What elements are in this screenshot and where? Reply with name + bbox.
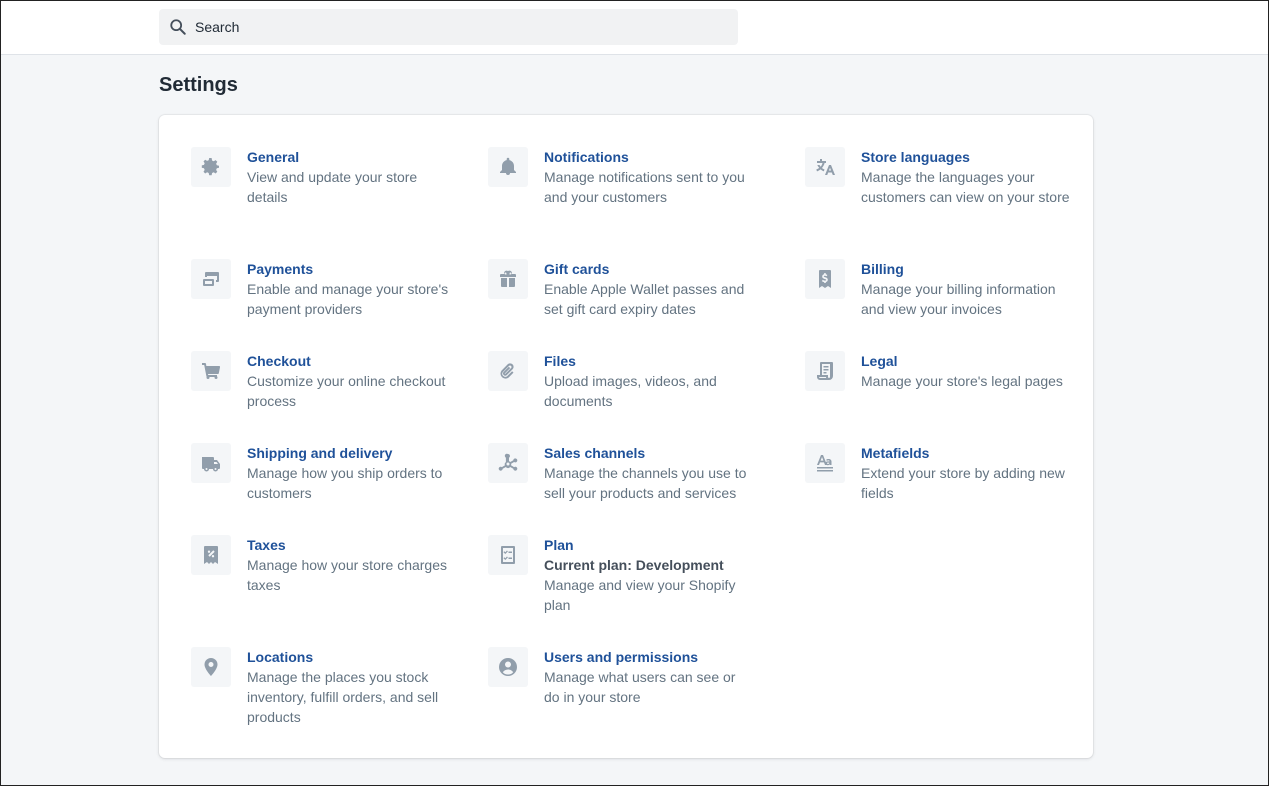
settings-item-title[interactable]: Billing [861, 259, 1071, 279]
checklist-icon [488, 535, 528, 575]
payment-icon [191, 259, 231, 299]
settings-item-title[interactable]: Plan [544, 535, 754, 555]
settings-item-description: Manage how your store charges taxes [247, 557, 447, 593]
settings-item-description: Customize your online checkout process [247, 373, 446, 409]
settings-item-description: View and update your store details [247, 169, 418, 205]
settings-item-description: Manage your store's legal pages [861, 373, 1063, 389]
legal-document-icon [805, 351, 845, 391]
channels-icon [488, 443, 528, 483]
settings-item-description: Enable Apple Wallet passes and set gift … [544, 281, 745, 317]
settings-item-description: Manage what users can see or do in your … [544, 669, 736, 705]
page-title: Settings [159, 74, 238, 96]
settings-item-title[interactable]: Metafields [861, 443, 1071, 463]
settings-item-title[interactable]: Payments [247, 259, 457, 279]
settings-item-description: Enable and manage your store's payment p… [247, 281, 449, 317]
cart-icon [191, 351, 231, 391]
settings-item-title[interactable]: Checkout [247, 351, 457, 371]
settings-item-description: Manage the channels you use to sell your… [544, 465, 747, 501]
search-bar[interactable]: Search [159, 9, 738, 45]
search-icon [170, 19, 186, 35]
settings-item-title[interactable]: Sales channels [544, 443, 754, 463]
settings-item-description: Upload images, videos, and documents [544, 373, 717, 409]
metafields-icon [805, 443, 845, 483]
settings-item-title[interactable]: Store languages [861, 147, 1071, 167]
settings-item-description: Extend your store by adding new fields [861, 465, 1065, 501]
settings-item-title[interactable]: Files [544, 351, 754, 371]
user-circle-icon [488, 647, 528, 687]
search-input[interactable]: Search [195, 19, 239, 35]
settings-item-description: Manage notifications sent to you and you… [544, 169, 745, 205]
tax-receipt-icon [191, 535, 231, 575]
bell-icon [488, 147, 528, 187]
settings-item-description: Manage the places you stock inventory, f… [247, 669, 439, 725]
settings-card: General View and update your store detai… [159, 115, 1093, 758]
paperclip-icon [488, 351, 528, 391]
settings-item-description: Manage your billing information and view… [861, 281, 1056, 317]
settings-item-title[interactable]: General [247, 147, 457, 167]
current-plan-label: Current plan: Development [544, 557, 724, 573]
settings-item-title[interactable]: Notifications [544, 147, 754, 167]
location-pin-icon [191, 647, 231, 687]
settings-item-description: Manage how you ship orders to customers [247, 465, 443, 501]
settings-item-title[interactable]: Gift cards [544, 259, 754, 279]
top-bar: Search [1, 1, 1268, 55]
translate-icon [805, 147, 845, 187]
truck-icon [191, 443, 231, 483]
settings-item-description: Manage the languages your customers can … [861, 169, 1070, 205]
settings-item-title[interactable]: Taxes [247, 535, 457, 555]
settings-item-title[interactable]: Locations [247, 647, 457, 667]
settings-item-title[interactable]: Legal [861, 351, 1071, 371]
settings-item-title[interactable]: Users and permissions [544, 647, 754, 667]
gear-icon [191, 147, 231, 187]
settings-item-description: Manage and view your Shopify plan [544, 577, 736, 613]
settings-item-title[interactable]: Shipping and delivery [247, 443, 457, 463]
bill-dollar-icon [805, 259, 845, 299]
gift-icon [488, 259, 528, 299]
